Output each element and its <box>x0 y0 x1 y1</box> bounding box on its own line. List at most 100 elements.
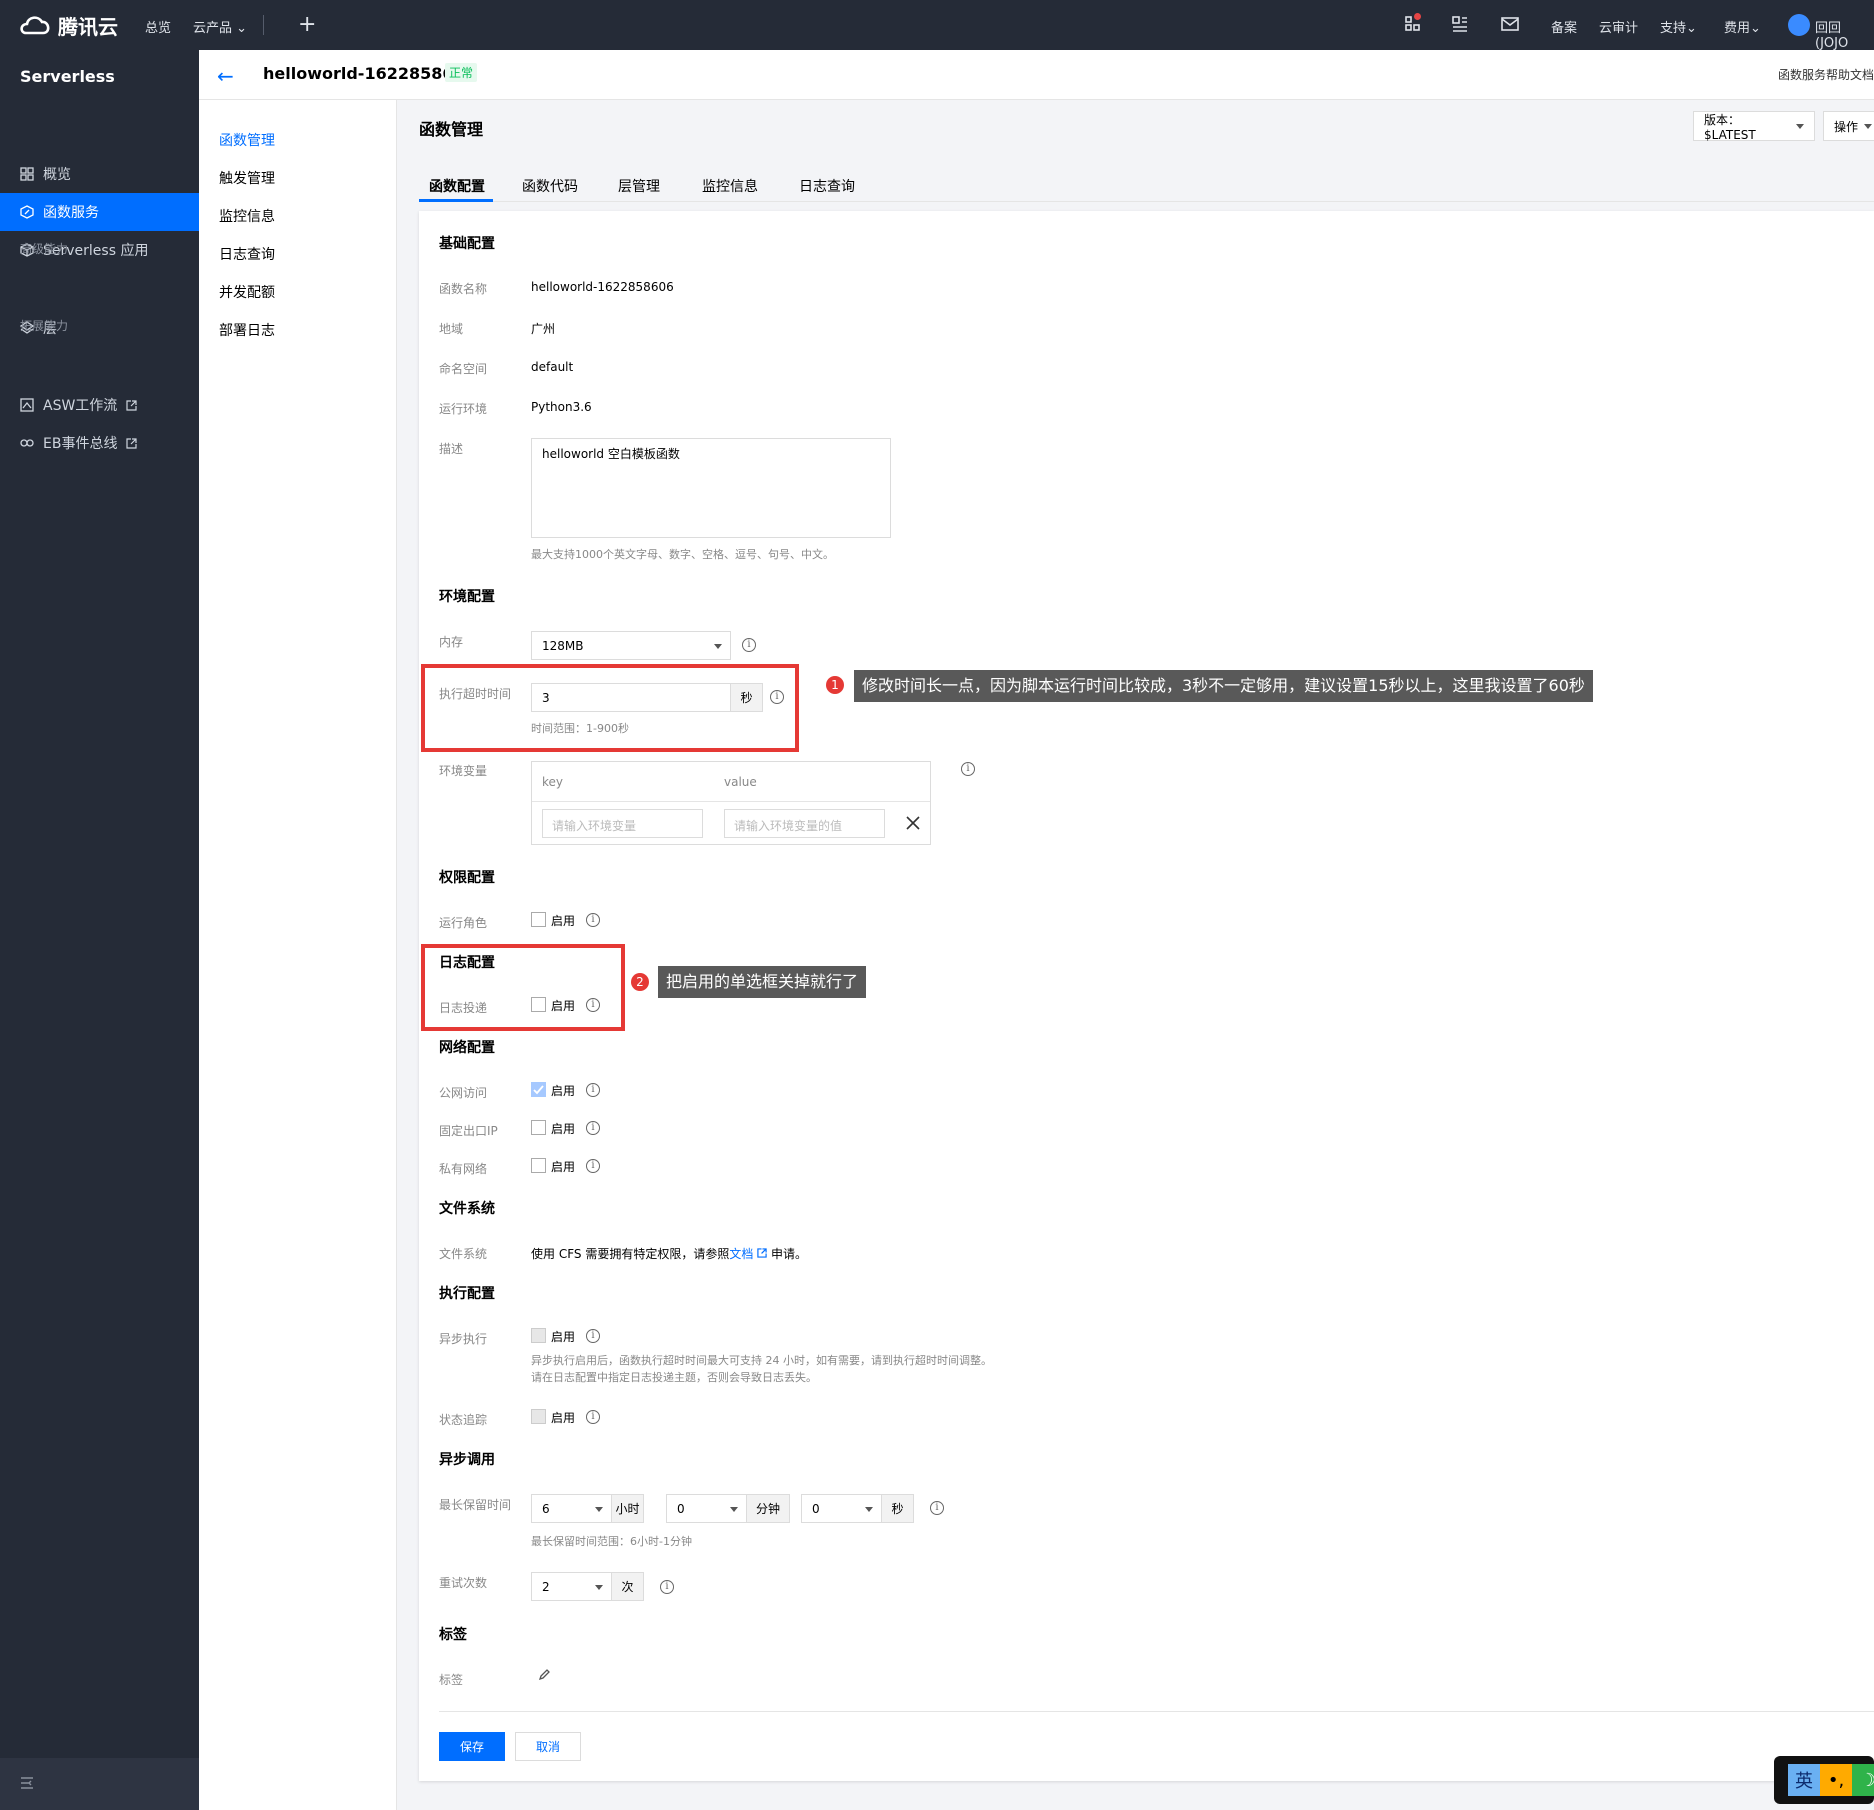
tab-function-code[interactable]: 函数代码 <box>522 176 578 196</box>
user-avatar[interactable] <box>1788 14 1810 36</box>
memory-select[interactable]: 128MB <box>531 631 731 660</box>
ime-lang-toggle[interactable]: 英 <box>1788 1764 1820 1796</box>
env-vars-table: key value 请输入环境变量 请输入环境变量的值 <box>531 761 931 845</box>
sidebar-item-label: ASW工作流 <box>43 398 118 414</box>
nav-products[interactable]: 云产品 ⌄ <box>193 17 247 36</box>
tab-function-config[interactable]: 函数配置 <box>429 176 485 196</box>
retry-count-value: 2 <box>542 1580 550 1594</box>
fixed-ip-checkbox[interactable] <box>531 1120 546 1135</box>
info-icon[interactable]: i <box>586 913 600 927</box>
retain-hours-select[interactable]: 6 <box>531 1494 612 1523</box>
info-icon[interactable]: i <box>742 638 756 652</box>
nav-beian[interactable]: 备案 <box>1551 17 1577 36</box>
help-doc-link[interactable]: 函数服务帮助文档 <box>1778 66 1874 83</box>
info-icon[interactable]: i <box>930 1501 944 1515</box>
public-access-label: 公网访问 <box>439 1086 488 1100</box>
filesystem-text-post: 申请。 <box>771 1247 808 1261</box>
subnav-deploy-log[interactable]: 部署日志 <box>219 320 275 340</box>
external-link-icon <box>126 437 138 449</box>
ticket-icon[interactable] <box>1450 14 1470 34</box>
function-icon <box>20 205 34 219</box>
sidebar-item-overview[interactable]: 概览 <box>0 155 199 193</box>
edit-pencil-icon[interactable] <box>538 1669 550 1681</box>
chevron-down-icon: ⌄ <box>1750 21 1761 36</box>
nav-products-label: 云产品 <box>193 21 233 36</box>
user-name[interactable]: 回回(JOJO <box>1815 17 1874 51</box>
env-value-input[interactable]: 请输入环境变量的值 <box>724 809 885 838</box>
description-text: helloworld 空白模板函数 <box>542 447 680 461</box>
filesystem-text-pre: 使用 CFS 需要拥有特定权限，请参照 <box>531 1247 730 1261</box>
function-name-value: helloworld-1622858606 <box>531 280 674 294</box>
tags-label: 标签 <box>439 1673 464 1687</box>
nav-support-label: 支持 <box>1660 21 1687 36</box>
retain-minutes-select[interactable]: 0 <box>666 1494 747 1523</box>
sidebar-item-functions[interactable]: 函数服务 <box>0 193 199 231</box>
subnav-trigger-management[interactable]: 触发管理 <box>219 168 275 188</box>
tab-layer-management[interactable]: 层管理 <box>618 176 660 196</box>
nav-overview[interactable]: 总览 <box>145 17 171 36</box>
collapse-menu-icon[interactable] <box>20 1776 34 1790</box>
cancel-button[interactable]: 取消 <box>515 1732 581 1761</box>
external-link-icon[interactable] <box>757 1248 767 1258</box>
annotation-box-timeout <box>421 664 799 752</box>
info-icon[interactable]: i <box>586 1121 600 1135</box>
caret-down-icon <box>595 1585 603 1590</box>
info-icon[interactable]: i <box>961 762 975 776</box>
nav-fee-label: 费用 <box>1724 21 1751 36</box>
basic-config-heading: 基础配置 <box>439 236 495 252</box>
retain-seconds-select[interactable]: 0 <box>801 1494 882 1523</box>
ime-moon-icon[interactable]: ☽ <box>1852 1764 1874 1796</box>
namespace-value: default <box>531 360 574 374</box>
add-icon[interactable]: + <box>298 12 316 37</box>
tab-log-query[interactable]: 日志查询 <box>799 176 855 196</box>
info-icon[interactable]: i <box>660 1580 674 1594</box>
subnav-log-query[interactable]: 日志查询 <box>219 244 275 264</box>
async-exec-checkbox[interactable] <box>531 1328 546 1343</box>
caret-down-icon <box>714 644 722 649</box>
brand-logo[interactable]: 腾讯云 <box>18 10 118 40</box>
memory-label: 内存 <box>439 635 464 649</box>
nav-support[interactable]: 支持⌄ <box>1660 17 1697 36</box>
nav-cloud-audit[interactable]: 云审计 <box>1599 17 1638 36</box>
sidebar-item-eb[interactable]: EB事件总线 <box>0 424 199 462</box>
description-hint: 最大支持1000个英文字母、数字、空格、逗号、句号、中文。 <box>531 548 834 561</box>
info-icon[interactable]: i <box>586 1410 600 1424</box>
retain-minutes-unit: 分钟 <box>746 1494 790 1523</box>
region-value: 广州 <box>531 322 556 336</box>
info-icon[interactable]: i <box>586 1329 600 1343</box>
info-icon[interactable]: i <box>586 1159 600 1173</box>
tab-monitoring[interactable]: 监控信息 <box>702 176 758 196</box>
sidebar-footer <box>0 1758 199 1810</box>
state-trace-checkbox[interactable] <box>531 1409 546 1424</box>
run-role-checkbox[interactable] <box>531 912 546 927</box>
subnav-monitoring[interactable]: 监控信息 <box>219 206 275 226</box>
ime-punct-toggle[interactable]: •, <box>1820 1764 1852 1796</box>
operations-dropdown[interactable]: 操作 <box>1823 111 1874 141</box>
async-exec-hint-1: 异步执行启用后，函数执行超时时间最大可支持 24 小时，如有需要，请到执行超时时… <box>531 1354 992 1367</box>
close-icon[interactable] <box>906 816 920 830</box>
env-key-placeholder: 请输入环境变量 <box>552 819 637 833</box>
back-arrow-icon[interactable]: ← <box>217 64 234 88</box>
filesystem-text: 使用 CFS 需要拥有特定权限，请参照文档 申请。 <box>531 1245 807 1262</box>
filesystem-doc-link[interactable]: 文档 <box>729 1247 753 1261</box>
vpc-checkbox[interactable] <box>531 1158 546 1173</box>
public-access-checkbox[interactable] <box>531 1082 546 1097</box>
description-textarea[interactable]: helloworld 空白模板函数 <box>531 438 891 538</box>
subnav-function-management[interactable]: 函数管理 <box>219 130 275 150</box>
fixed-ip-enable-label: 启用 <box>551 1122 576 1136</box>
filesystem-heading: 文件系统 <box>439 1201 495 1217</box>
description-label: 描述 <box>439 442 464 456</box>
version-select[interactable]: 版本：$LATEST <box>1693 111 1815 142</box>
subnav-concurrency-quota[interactable]: 并发配额 <box>219 282 275 302</box>
env-key-input[interactable]: 请输入环境变量 <box>542 809 703 838</box>
info-icon[interactable]: i <box>586 1083 600 1097</box>
env-value-header: value <box>724 775 757 789</box>
public-access-enable-label: 启用 <box>551 1084 576 1098</box>
retry-count-select[interactable]: 2 <box>531 1572 612 1601</box>
nav-fee[interactable]: 费用⌄ <box>1724 17 1761 36</box>
mail-icon[interactable] <box>1500 14 1520 34</box>
retain-hours-value: 6 <box>542 1502 550 1516</box>
sidebar-item-asw[interactable]: ASW工作流 <box>0 386 199 424</box>
env-config-heading: 环境配置 <box>439 589 495 605</box>
save-button[interactable]: 保存 <box>439 1732 505 1761</box>
